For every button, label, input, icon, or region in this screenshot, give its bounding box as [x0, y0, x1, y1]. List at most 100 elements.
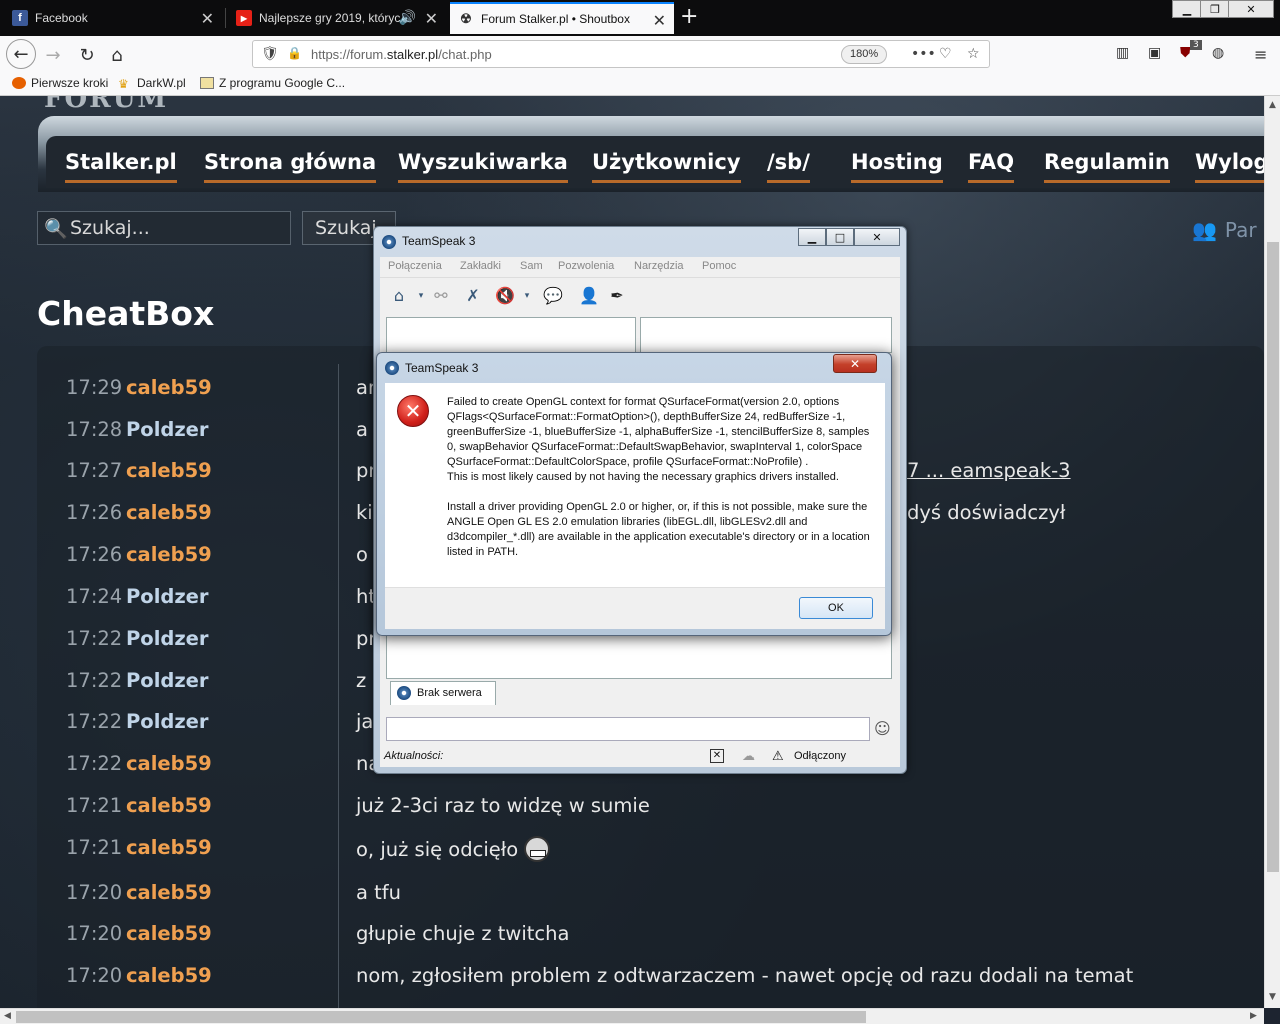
ts-server-tree[interactable] [386, 317, 636, 353]
new-tab-button[interactable]: + [680, 4, 698, 29]
close-window-button[interactable]: ✕ [1228, 0, 1274, 18]
ublock-icon[interactable]: ⛊ [1180, 45, 1191, 61]
chat-message: nom, zgłosiłem problem z odtwarzaczem - … [356, 964, 1133, 987]
ts-menu-bookmarks[interactable]: Zakładki [460, 260, 501, 272]
menu-search[interactable]: Wyszukiwarka [398, 150, 568, 183]
warning-icon[interactable]: ⚠ [772, 748, 784, 764]
url-bar[interactable]: 🛡 🔒 https://forum.stalker.pl/chat.php 18… [252, 40, 990, 68]
chat-link[interactable]: 7 ... eamspeak-3 [907, 459, 1071, 482]
ts-server-tab[interactable]: Brak serwera [390, 681, 496, 705]
lock-icon[interactable]: 🔒 [287, 46, 302, 60]
speaker-icon[interactable]: 🔊 [399, 9, 416, 26]
disconnect-icon[interactable]: ⚯ [430, 285, 452, 307]
chat-username[interactable]: caleb59 [126, 794, 212, 817]
forum-search-input[interactable]: 🔍 Szukaj... [37, 211, 291, 245]
extension-icon[interactable]: ◍ [1212, 45, 1224, 61]
ts-close-button[interactable]: ✕ [854, 228, 900, 246]
chat-username[interactable]: caleb59 [126, 752, 212, 775]
tab-stalker-shoutbox[interactable]: ☢ Forum Stalker.pl • Shoutbox ✕ [450, 2, 674, 34]
bookmark-item[interactable]: Pierwsze kroki [12, 76, 108, 90]
bookmark-item[interactable]: ♛ DarkW.pl [118, 76, 186, 91]
contacts-icon[interactable]: 👤 [578, 285, 600, 307]
forward-button[interactable]: → [40, 42, 66, 68]
menu-stalker[interactable]: Stalker.pl [65, 150, 177, 183]
connect-icon[interactable]: ⌂ [388, 285, 410, 307]
user-panel-link[interactable]: 👥 Par [1192, 218, 1257, 242]
reload-button[interactable]: ↻ [74, 42, 100, 68]
chat-time: 17:20 [66, 964, 123, 987]
horizontal-scroll-thumb[interactable] [16, 1011, 866, 1023]
chat-message-text: głupie chuje z twitcha [356, 922, 570, 945]
menu-hosting[interactable]: Hosting [851, 150, 943, 183]
scroll-up-icon[interactable]: ▲ [1269, 100, 1276, 110]
mute-speakers-icon[interactable]: 🔇 [494, 285, 516, 307]
ts-maximize-button[interactable]: □ [826, 228, 854, 246]
scroll-down-icon[interactable]: ▼ [1269, 992, 1276, 1002]
back-button[interactable]: ← [6, 39, 36, 69]
sidebar-icon[interactable]: ▣ [1148, 45, 1161, 61]
chat-row: 17:21 caleb59 o, już się odcięło [66, 836, 551, 866]
ok-button[interactable]: OK [799, 597, 873, 619]
dropdown-arrow-icon[interactable]: ▾ [410, 285, 432, 307]
ts-chat-input[interactable] [386, 717, 870, 741]
ts-minimize-button[interactable]: ▁ [798, 228, 826, 246]
ts-menu-tools[interactable]: Narzędzia [634, 260, 684, 272]
menu-logout[interactable]: Wylog [1195, 150, 1264, 183]
dropdown-arrow-icon[interactable]: ▾ [516, 285, 538, 307]
ts-menu-help[interactable]: Pomoc [702, 260, 736, 272]
ts-menu-permissions[interactable]: Pozwolenia [558, 260, 614, 272]
close-tab-icon[interactable]: ✕ [425, 9, 438, 29]
more-actions-icon[interactable]: ••• [911, 46, 936, 62]
error-dialog-close-button[interactable]: ✕ [833, 354, 877, 373]
tab-youtube[interactable]: ▶ Najlepsze gry 2019, których 🔊 ✕ [228, 2, 446, 34]
chat-username[interactable]: caleb59 [126, 836, 212, 859]
maximize-window-button[interactable]: ❐ [1200, 0, 1230, 18]
chat-username[interactable]: Poldzer [126, 710, 209, 733]
menu-rules[interactable]: Regulamin [1044, 150, 1170, 183]
zoom-level[interactable]: 180% [841, 45, 888, 64]
library-icon[interactable]: ▥ [1116, 45, 1129, 61]
hamburger-menu-icon[interactable]: ≡ [1254, 45, 1267, 64]
cloud-icon[interactable]: ☁ [742, 748, 755, 764]
chat-message: z [356, 669, 366, 692]
menu-users[interactable]: Użytkownicy [592, 150, 741, 183]
whisper-icon[interactable]: ✒ [606, 285, 628, 307]
chat-username[interactable]: caleb59 [126, 376, 212, 399]
ts-menu-connections[interactable]: Połączenia [388, 260, 442, 272]
minimize-window-button[interactable]: ▁ [1172, 0, 1202, 18]
ts-menu-self[interactable]: Sam [520, 260, 543, 272]
chat-time: 17:22 [66, 710, 123, 733]
menu-faq[interactable]: FAQ [968, 150, 1015, 183]
horizontal-scrollbar[interactable]: ◀ ▶ [0, 1008, 1264, 1024]
menu-sb[interactable]: /sb/ [767, 150, 810, 183]
tab-facebook[interactable]: f Facebook ✕ [4, 2, 222, 34]
url-text[interactable]: https://forum.stalker.pl/chat.php [311, 47, 492, 62]
chat-username[interactable]: caleb59 [126, 881, 212, 904]
emoticon-icon[interactable]: ☺ [874, 719, 891, 738]
chat-username[interactable]: Poldzer [126, 627, 209, 650]
pocket-icon[interactable]: ♡ [939, 46, 952, 62]
mute-microphone-icon[interactable]: ✗ [462, 285, 484, 307]
chat-username[interactable]: Poldzer [126, 418, 209, 441]
home-button[interactable]: ⌂ [104, 42, 130, 68]
scroll-left-icon[interactable]: ◀ [4, 1011, 11, 1021]
close-tab-icon[interactable]: ✕ [653, 11, 666, 31]
away-status-icon[interactable]: 💬 [542, 285, 564, 307]
menu-home[interactable]: Strona główna [204, 150, 377, 183]
scroll-right-icon[interactable]: ▶ [1250, 1011, 1257, 1021]
chat-username[interactable]: Poldzer [126, 585, 209, 608]
chat-username[interactable]: caleb59 [126, 459, 212, 482]
chat-username[interactable]: caleb59 [126, 964, 212, 987]
ts-chat-log[interactable] [386, 631, 892, 679]
shield-icon[interactable]: 🛡 [261, 46, 279, 62]
close-tab-icon[interactable]: ✕ [201, 9, 214, 29]
vertical-scrollbar[interactable]: ▲ ▼ [1264, 96, 1280, 1008]
bookmark-item[interactable]: Z programu Google C... [200, 76, 345, 90]
vertical-scroll-thumb[interactable] [1267, 242, 1279, 872]
chat-username[interactable]: Poldzer [126, 669, 209, 692]
bookmark-star-icon[interactable]: ☆ [967, 46, 980, 62]
chat-username[interactable]: caleb59 [126, 543, 212, 566]
chat-username[interactable]: caleb59 [126, 501, 212, 524]
chat-username[interactable]: caleb59 [126, 922, 212, 945]
close-news-icon[interactable]: ✕ [710, 749, 724, 763]
